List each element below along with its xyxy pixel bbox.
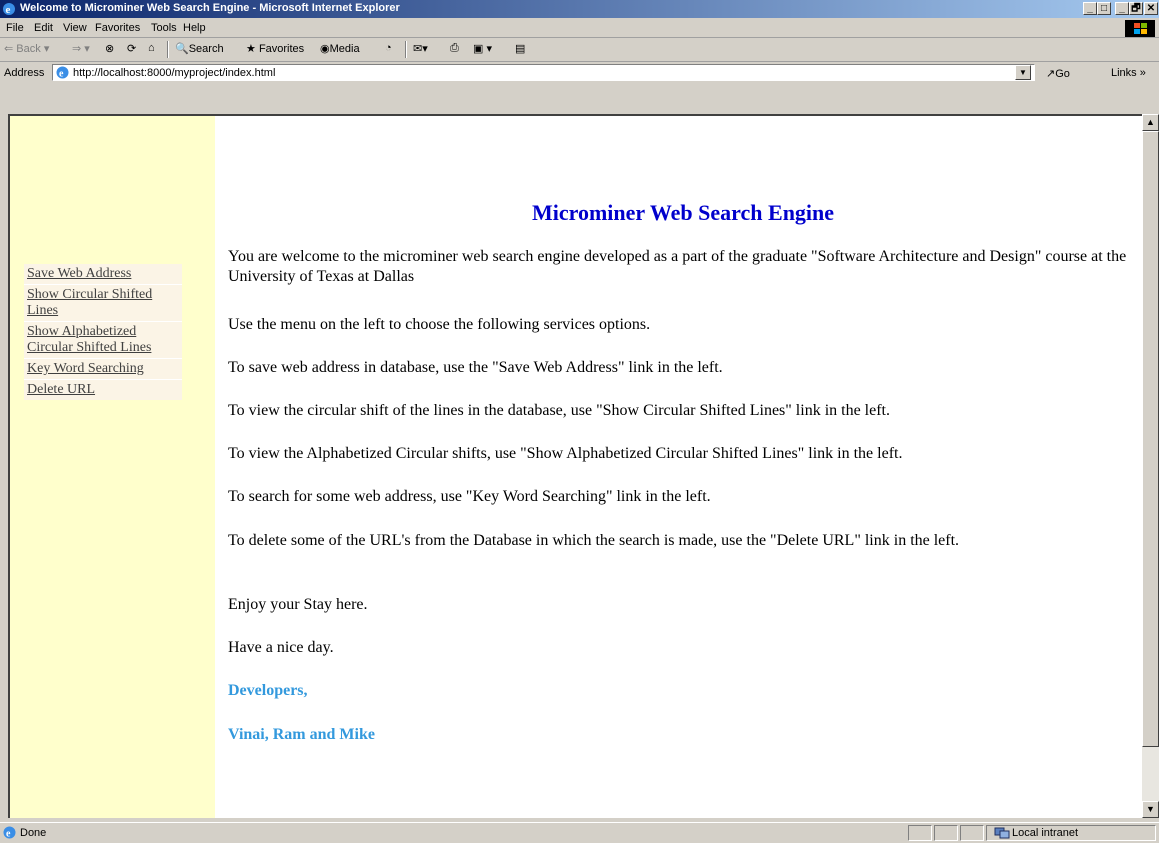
window-title: Welcome to Microminer Web Search Engine … — [20, 2, 400, 14]
scroll-thumb[interactable] — [1142, 131, 1159, 747]
page-title: Microminer Web Search Engine — [531, 200, 835, 225]
status-bar: e Done Local intranet — [0, 822, 1159, 843]
svg-text:e: e — [6, 4, 11, 16]
discuss-icon[interactable]: ▤ — [515, 42, 525, 55]
toolbar: ⇐ Back ▾ ⇒ ▾ ⊗ ⟳ ⌂ 🔍Search ★ Favorites ◉… — [0, 38, 1159, 62]
sidebar-link-key-word-searching[interactable]: Key Word Searching — [24, 359, 182, 380]
frame-minimize-button[interactable]: _ — [1083, 2, 1097, 15]
home-icon[interactable]: ⌂ — [148, 42, 155, 54]
sidebar-link-delete-url[interactable]: Delete URL — [24, 380, 182, 400]
search-label: Search — [188, 43, 224, 55]
welcome-paragraph: You are welcome to the microminer web se… — [228, 248, 1127, 285]
vertical-scrollbar[interactable]: ▲ ▼ — [1142, 114, 1159, 818]
print-icon[interactable]: ⎙ — [450, 42, 459, 55]
favorites-icon: ★ — [246, 43, 256, 55]
go-arrow-icon: ↗ — [1046, 68, 1056, 80]
chevron-right-icon: » — [1139, 67, 1146, 79]
scroll-up-icon[interactable]: ▲ — [1142, 114, 1159, 131]
sidebar-link-show-circular-shifted-lines[interactable]: Show Circular Shifted Lines — [24, 285, 182, 322]
menu-file[interactable]: File — [6, 22, 24, 34]
search-button[interactable]: 🔍Search — [175, 42, 224, 55]
menu-view[interactable]: View — [63, 22, 87, 34]
page-content: Save Web Address Show Circular Shifted L… — [8, 114, 1142, 818]
ie-logo-icon: e — [3, 3, 15, 16]
edit-icon[interactable]: ▣ ▾ — [473, 42, 492, 55]
stop-icon[interactable]: ⊗ — [105, 42, 114, 55]
local-intranet-icon — [994, 827, 1010, 839]
alphabetized-info-paragraph: To view the Alphabetized Circular shifts… — [228, 445, 903, 462]
instructions-paragraph: Use the menu on the left to choose the f… — [228, 316, 651, 333]
nice-day-paragraph: Have a nice day. — [228, 639, 334, 656]
menu-edit[interactable]: Edit — [34, 22, 53, 34]
sidebar-link-save-web-address[interactable]: Save Web Address — [24, 264, 182, 285]
go-label: Go — [1055, 68, 1070, 80]
enjoy-paragraph: Enjoy your Stay here. — [228, 596, 368, 613]
address-bar: Address e http://localhost:8000/myprojec… — [0, 62, 1159, 84]
sidebar-menu: Save Web Address Show Circular Shifted L… — [24, 264, 182, 400]
favorites-label: Favorites — [258, 43, 305, 55]
menu-favorites[interactable]: Favorites — [95, 22, 140, 34]
zone-label: Local intranet — [1012, 827, 1079, 839]
refresh-icon[interactable]: ⟳ — [127, 42, 136, 55]
back-dropdown-icon: ▾ — [43, 43, 50, 55]
back-button[interactable]: ⇐ Back ▾ — [4, 42, 49, 55]
links-button[interactable]: Links » — [1111, 67, 1146, 79]
circular-shift-info-paragraph: To view the circular shift of the lines … — [228, 402, 890, 419]
address-label: Address — [4, 67, 45, 79]
media-button[interactable]: ◉Media — [320, 42, 360, 55]
windows-logo-icon — [1125, 20, 1155, 37]
maximize-button[interactable]: 🗗 — [1129, 2, 1143, 15]
search-icon: 🔍 — [175, 43, 189, 55]
go-button[interactable]: ↗Go — [1046, 67, 1070, 80]
history-icon[interactable]: ◔ — [385, 42, 392, 54]
forward-button[interactable]: ⇒ ▾ — [72, 42, 90, 55]
svg-text:e: e — [59, 69, 64, 80]
frame-restore-button[interactable]: □ — [1097, 2, 1111, 15]
media-icon: ◉ — [320, 43, 330, 55]
menu-help[interactable]: Help — [183, 22, 206, 34]
developers-names: Vinai, Ram and Mike — [228, 726, 375, 743]
minimize-button[interactable]: _ — [1115, 2, 1129, 15]
menu-bar: File Edit View Favorites Tools Help — [0, 18, 1159, 38]
links-label: Links — [1111, 67, 1137, 79]
status-text: Done — [20, 827, 47, 839]
close-button[interactable]: ✕ — [1144, 2, 1158, 15]
page-icon: e — [56, 66, 69, 79]
back-label: Back — [16, 43, 41, 55]
search-info-paragraph: To search for some web address, use "Key… — [228, 488, 711, 505]
address-input[interactable]: e http://localhost:8000/myproject/index.… — [52, 64, 1035, 81]
back-arrow-icon: ⇐ — [4, 43, 14, 55]
media-label: Media — [329, 43, 360, 55]
page-done-icon: e — [3, 826, 16, 839]
favorites-button[interactable]: ★ Favorites — [246, 42, 304, 55]
sidebar-link-show-alphabetized-lines[interactable]: Show Alphabetized Circular Shifted Lines — [24, 322, 182, 359]
scroll-down-icon[interactable]: ▼ — [1142, 801, 1159, 818]
save-info-paragraph: To save web address in database, use the… — [228, 359, 723, 376]
address-dropdown-icon[interactable]: ▼ — [1015, 65, 1031, 80]
svg-text:e: e — [6, 829, 11, 840]
developers-label: Developers, — [228, 682, 308, 699]
sidebar: Save Web Address Show Circular Shifted L… — [10, 116, 215, 818]
menu-tools[interactable]: Tools — [151, 22, 177, 34]
address-url: http://localhost:8000/myproject/index.ht… — [73, 67, 276, 79]
delete-info-paragraph: To delete some of the URL's from the Dat… — [228, 532, 960, 549]
title-bar: e Welcome to Microminer Web Search Engin… — [0, 0, 1159, 18]
mail-icon[interactable]: ✉▾ — [413, 42, 428, 55]
